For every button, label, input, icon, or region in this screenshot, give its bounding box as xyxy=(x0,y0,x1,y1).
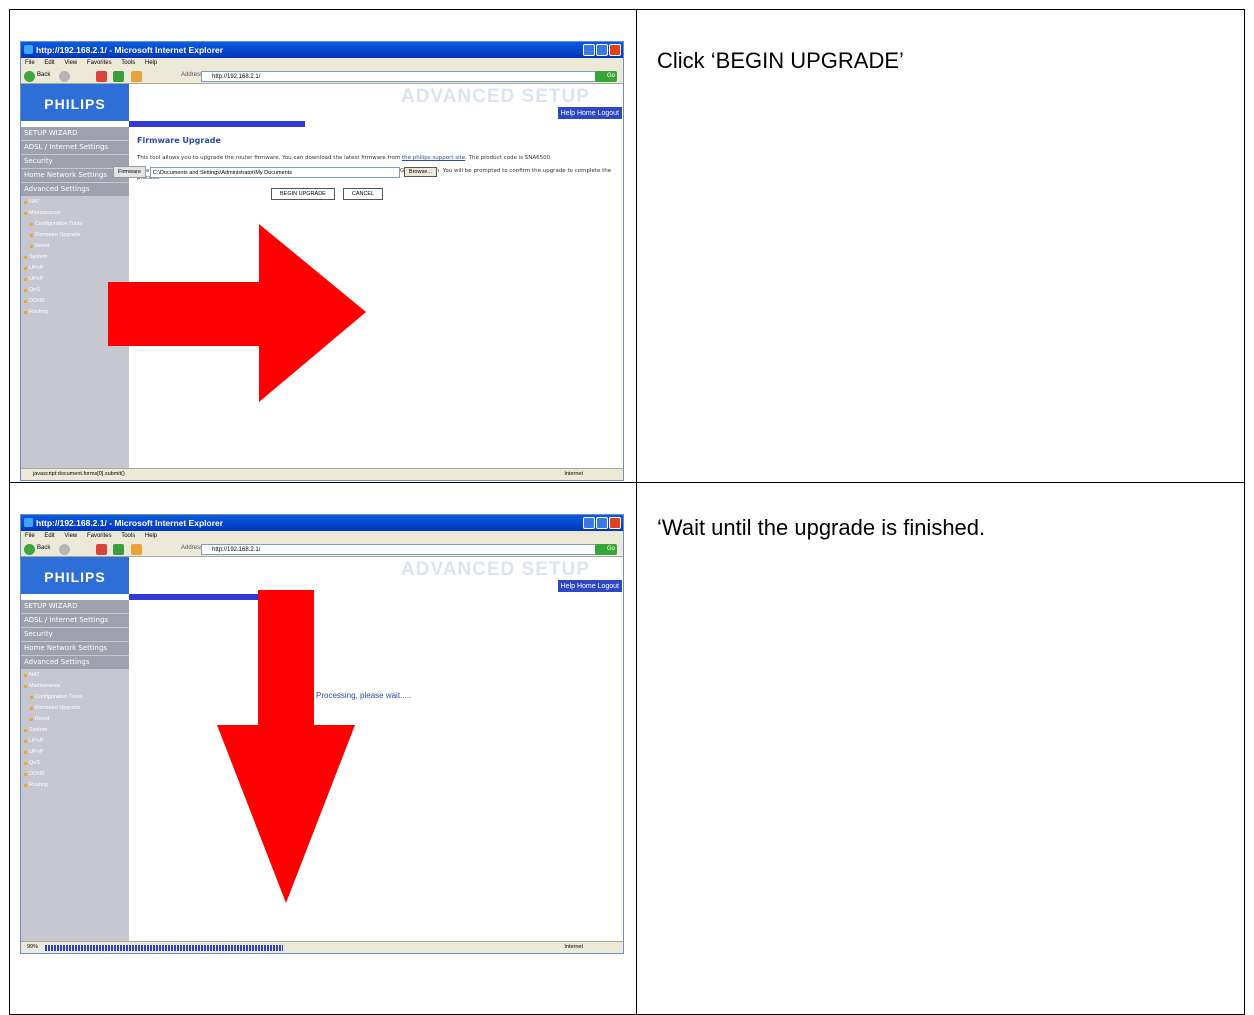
window-controls xyxy=(583,44,621,56)
stop-icon[interactable] xyxy=(96,544,107,555)
forward-icon[interactable] xyxy=(59,544,70,555)
router-page: PHILIPS ADVANCED SETUP Help Home Logout … xyxy=(21,84,623,468)
menu-edit[interactable]: Edit xyxy=(44,533,54,539)
maximize-icon[interactable] xyxy=(596,44,608,56)
step-1-instruction: Click ‘BEGIN UPGRADE’ xyxy=(657,48,904,73)
arrow-down-shape xyxy=(217,590,355,903)
address-bar[interactable]: http://192.168.2.1/ xyxy=(201,544,601,555)
stop-icon[interactable] xyxy=(96,71,107,82)
browser-window-step-2: http://192.168.2.1/ - Microsoft Internet… xyxy=(20,514,624,954)
menu-help[interactable]: Help xyxy=(145,60,157,66)
step-2-instruction-cell: ‘Wait until the upgrade is finished. xyxy=(636,482,1245,1015)
menu-file[interactable]: File xyxy=(25,533,35,539)
forward-icon[interactable] xyxy=(59,71,70,82)
menu-view[interactable]: View xyxy=(64,60,77,66)
back-label[interactable]: Back xyxy=(37,545,50,551)
close-icon[interactable] xyxy=(609,44,621,56)
window-controls xyxy=(583,517,621,529)
home-icon[interactable] xyxy=(131,544,142,555)
home-icon[interactable] xyxy=(131,71,142,82)
minimize-icon[interactable] xyxy=(583,517,595,529)
go-button[interactable]: Go xyxy=(595,544,617,555)
go-button[interactable]: Go xyxy=(595,71,617,82)
red-arrow-down xyxy=(217,590,355,903)
close-icon[interactable] xyxy=(609,517,621,529)
browser-window-step-1: http://192.168.2.1/ - Microsoft Internet… xyxy=(20,41,624,481)
router-page: PHILIPS ADVANCED SETUP Help Home Logout … xyxy=(21,557,623,941)
ie-icon xyxy=(24,518,33,527)
window-title: http://192.168.2.1/ - Microsoft Internet… xyxy=(36,518,224,528)
progress-percent: 99% xyxy=(27,944,39,950)
refresh-icon[interactable] xyxy=(113,71,124,82)
menu-help[interactable]: Help xyxy=(145,533,157,539)
minimize-icon[interactable] xyxy=(583,44,595,56)
status-text: javascript:document.forms[0].submit() xyxy=(33,471,125,477)
back-icon[interactable] xyxy=(24,544,35,555)
status-bar: 99% Internet xyxy=(21,941,623,953)
step-2-instruction: ‘Wait until the upgrade is finished. xyxy=(657,515,986,540)
status-bar: javascript:document.forms[0].submit() In… xyxy=(21,468,623,480)
title-bar: http://192.168.2.1/ - Microsoft Internet… xyxy=(21,42,623,58)
menu-favorites[interactable]: Favorites xyxy=(87,533,112,539)
menu-bar: File Edit View Favorites Tools Help xyxy=(21,531,623,542)
ie-icon xyxy=(24,45,33,54)
step-1-instruction-cell: Click ‘BEGIN UPGRADE’ xyxy=(636,9,1245,483)
internet-zone: Internet xyxy=(564,471,583,477)
back-label[interactable]: Back xyxy=(37,72,50,78)
menu-bar: File Edit View Favorites Tools Help xyxy=(21,58,623,69)
progress-bar xyxy=(45,945,283,951)
menu-view[interactable]: View xyxy=(64,533,77,539)
address-label: Address xyxy=(181,545,204,551)
menu-edit[interactable]: Edit xyxy=(44,60,54,66)
address-bar[interactable]: http://192.168.2.1/ xyxy=(201,71,601,82)
arrow-right-shape xyxy=(108,224,366,402)
refresh-icon[interactable] xyxy=(113,544,124,555)
internet-zone: Internet xyxy=(564,944,583,950)
maximize-icon[interactable] xyxy=(596,517,608,529)
back-icon[interactable] xyxy=(24,71,35,82)
red-arrow-right xyxy=(108,224,366,402)
window-title: http://192.168.2.1/ - Microsoft Internet… xyxy=(36,45,224,55)
toolbar: Back Address http://192.168.2.1/ Go xyxy=(21,69,623,84)
address-label: Address xyxy=(181,72,204,78)
menu-favorites[interactable]: Favorites xyxy=(87,60,112,66)
title-bar: http://192.168.2.1/ - Microsoft Internet… xyxy=(21,515,623,531)
menu-tools[interactable]: Tools xyxy=(121,533,135,539)
menu-file[interactable]: File xyxy=(25,60,35,66)
toolbar: Back Address http://192.168.2.1/ Go xyxy=(21,542,623,557)
menu-tools[interactable]: Tools xyxy=(121,60,135,66)
